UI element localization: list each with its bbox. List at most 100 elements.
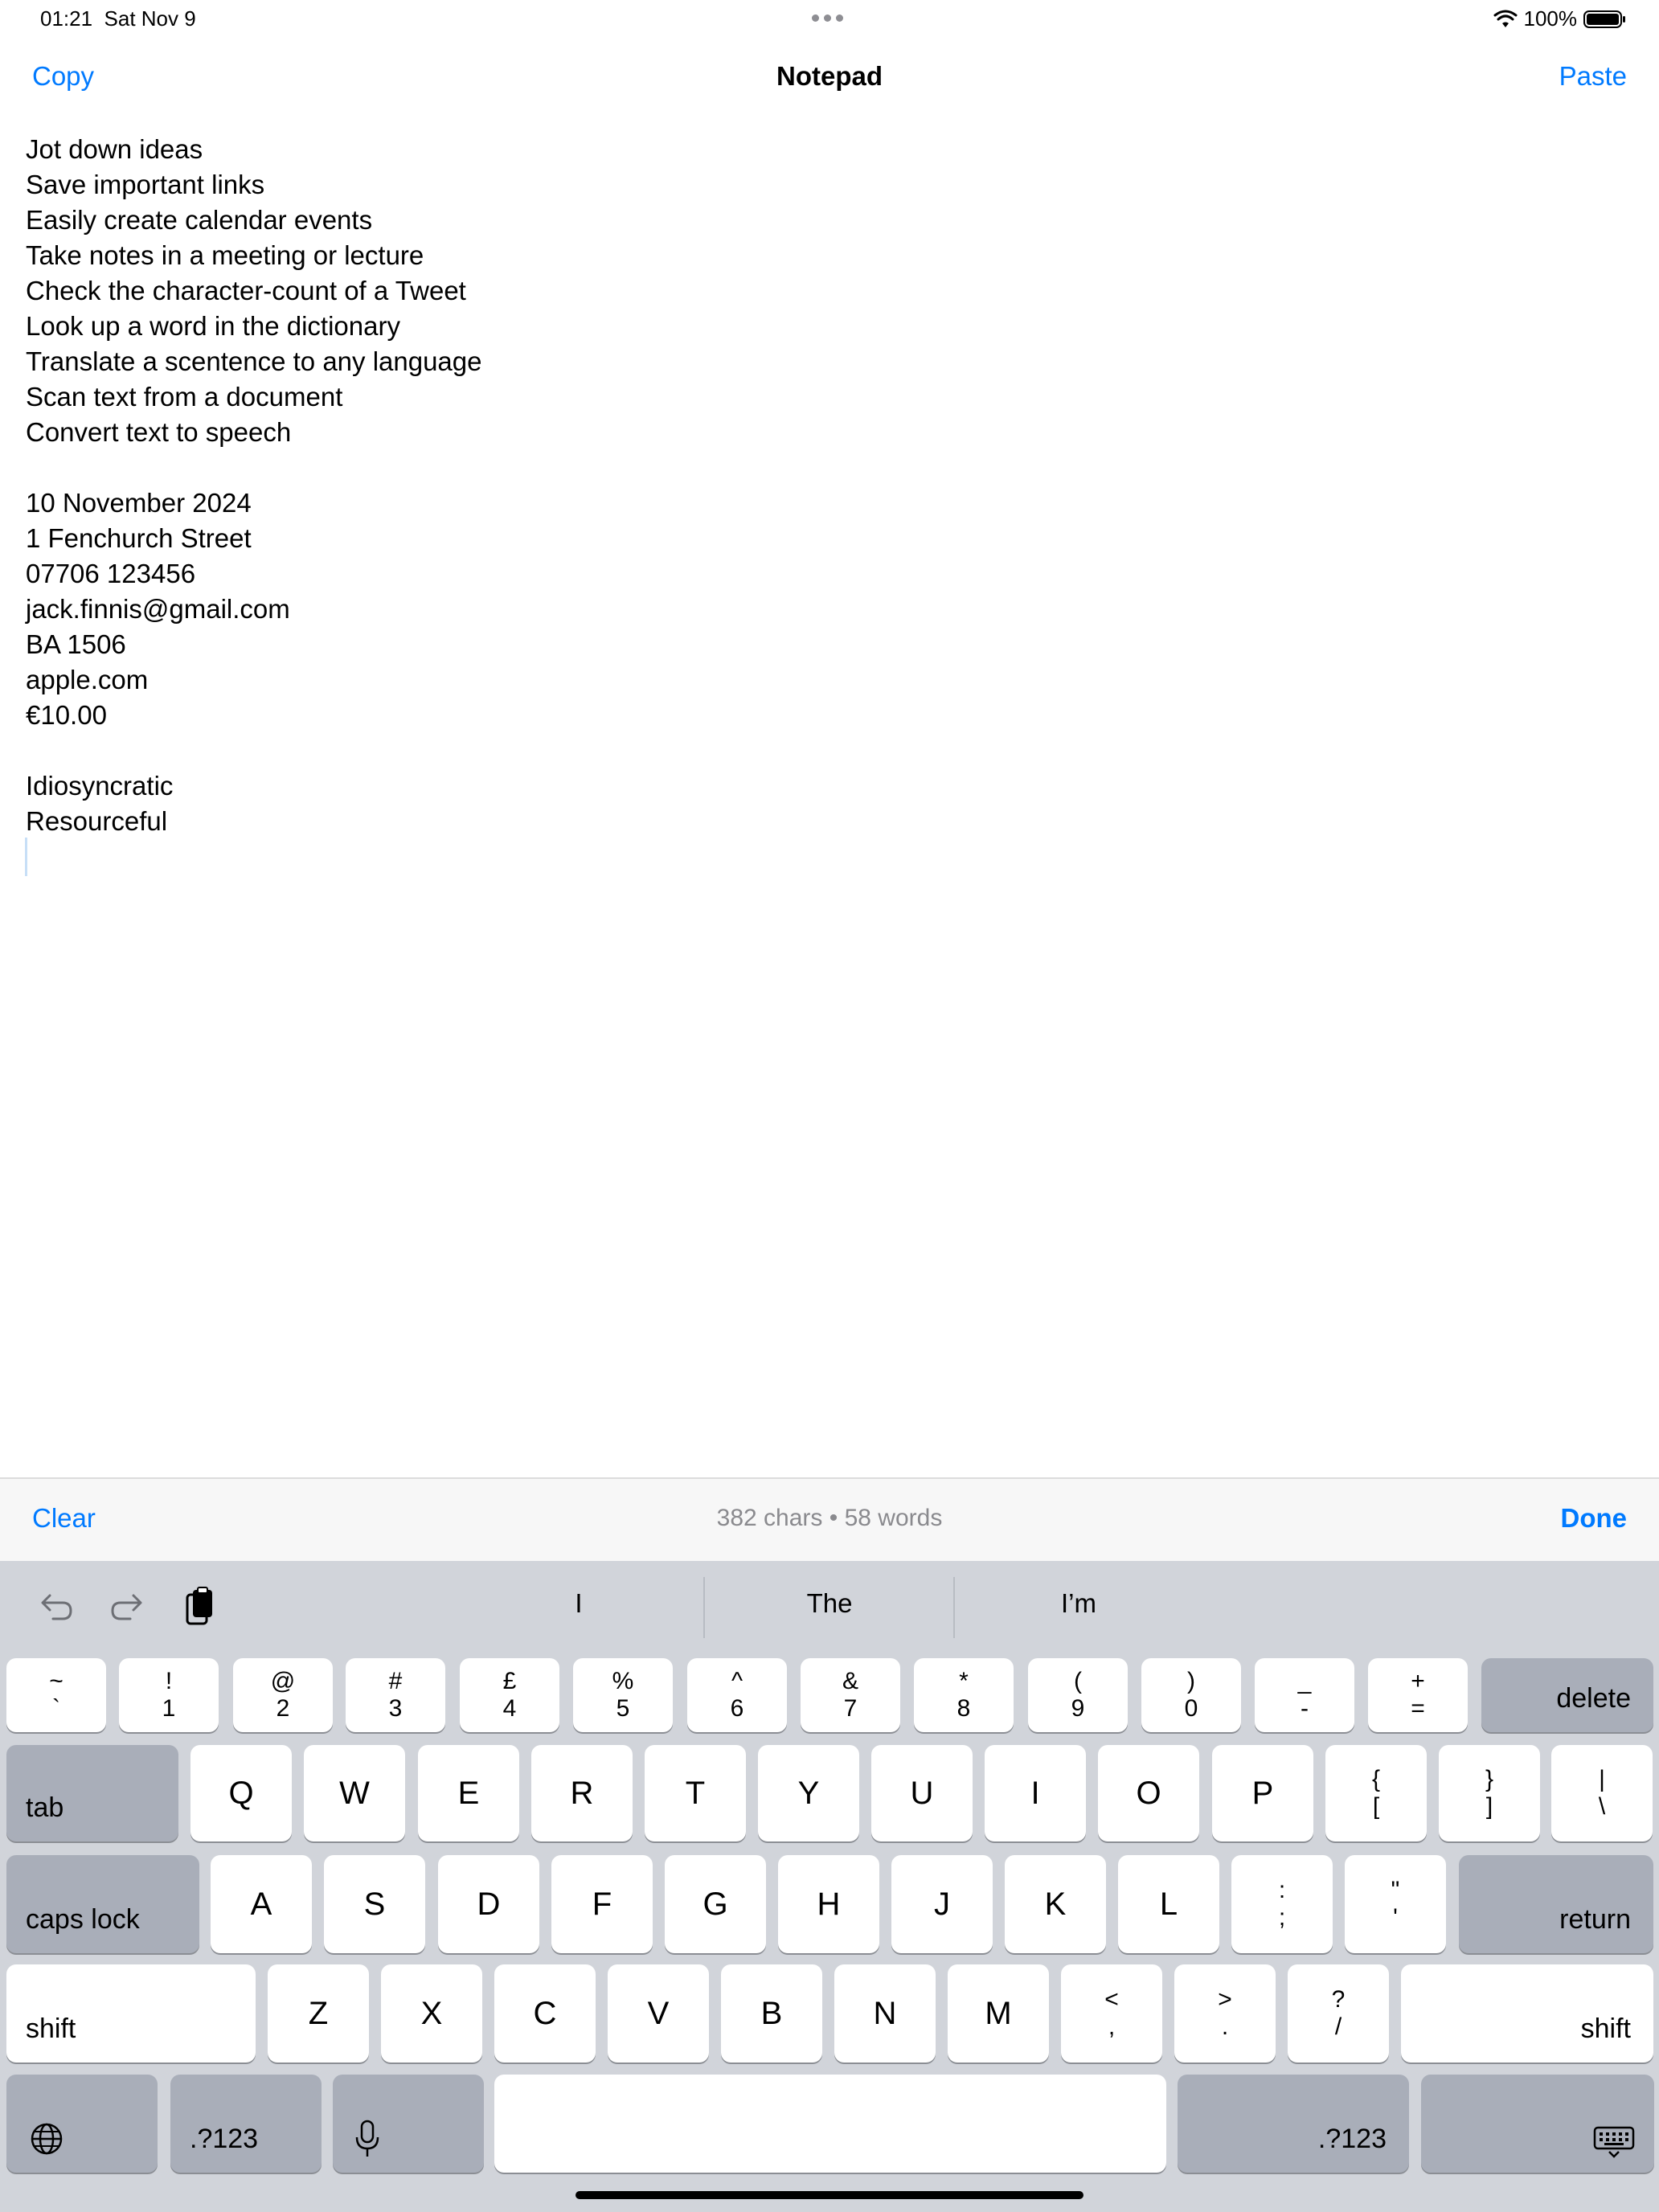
- key-b[interactable]: B: [721, 1964, 822, 2062]
- key-bottom-label: 0: [1184, 1695, 1198, 1722]
- clipboard-icon[interactable]: [177, 1583, 225, 1632]
- key-p[interactable]: P: [1212, 1745, 1313, 1841]
- redo-icon[interactable]: [103, 1583, 151, 1632]
- return-key[interactable]: return: [1459, 1855, 1653, 1953]
- key-number-5[interactable]: % 5: [573, 1658, 673, 1732]
- keyboard-accessory-bar: Clear 382 chars • 58 words Done: [0, 1477, 1659, 1561]
- key-number-8[interactable]: * 8: [914, 1658, 1014, 1732]
- dictation-key[interactable]: [333, 2075, 484, 2173]
- key-bottom-label: /: [1334, 2013, 1342, 2040]
- key-bottom-label: `: [52, 1695, 60, 1722]
- key-label: M: [985, 1995, 1012, 2031]
- suggestion-2[interactable]: The: [709, 1588, 950, 1619]
- key-bottom-label: 8: [956, 1695, 971, 1722]
- key-number-9[interactable]: (9: [1028, 1658, 1128, 1732]
- key-r[interactable]: R: [531, 1745, 633, 1841]
- key-number-11[interactable]: _ -: [1255, 1658, 1354, 1732]
- key-number-2[interactable]: @2: [233, 1658, 333, 1732]
- battery-percent: 100%: [1523, 6, 1578, 31]
- shift-left-key[interactable]: shift: [6, 1964, 256, 2062]
- key-bottom-label: 5: [616, 1695, 630, 1722]
- home-indicator[interactable]: [576, 2191, 1083, 2199]
- key-label: E: [457, 1775, 480, 1811]
- hide-keyboard-key[interactable]: [1421, 2075, 1654, 2173]
- key-label: U: [910, 1775, 934, 1811]
- key-x[interactable]: X: [381, 1964, 482, 2062]
- multitasking-dots-icon[interactable]: [812, 14, 843, 22]
- key-number-4[interactable]: £4: [460, 1658, 559, 1732]
- key-label: C: [533, 1995, 557, 2031]
- key-number-12[interactable]: + =: [1368, 1658, 1468, 1732]
- key-bottom-label: 2: [276, 1695, 290, 1722]
- key-label: F: [592, 1886, 612, 1922]
- key-symbol-6[interactable]: >.: [1174, 1964, 1276, 2062]
- text-cursor: [25, 838, 27, 876]
- key-bottom-label: .: [1221, 2013, 1229, 2040]
- note-line: [26, 733, 1617, 768]
- status-time: 01:21: [40, 6, 93, 31]
- key-j[interactable]: J: [891, 1855, 993, 1953]
- key-u[interactable]: U: [871, 1745, 973, 1841]
- key-symbol-3[interactable]: :;: [1231, 1855, 1333, 1953]
- key-label: return: [1559, 1904, 1631, 1935]
- key-label: L: [1159, 1886, 1178, 1922]
- note-line: Translate a scentence to any language: [26, 346, 482, 376]
- key-label: delete: [1556, 1683, 1631, 1714]
- numeric-right-key[interactable]: .?123: [1178, 2075, 1409, 2173]
- key-z[interactable]: Z: [268, 1964, 369, 2062]
- done-button[interactable]: Done: [1561, 1503, 1628, 1534]
- globe-key[interactable]: [6, 2075, 158, 2173]
- key-i[interactable]: I: [985, 1745, 1086, 1841]
- undo-icon[interactable]: [32, 1583, 80, 1632]
- numeric-left-key[interactable]: .?123: [170, 2075, 322, 2173]
- key-g[interactable]: G: [665, 1855, 766, 1953]
- key-l[interactable]: L: [1118, 1855, 1219, 1953]
- space-key[interactable]: [494, 2075, 1166, 2173]
- key-a[interactable]: A: [211, 1855, 312, 1953]
- key-top-label: #: [388, 1668, 403, 1694]
- suggestion-3[interactable]: I’m: [958, 1588, 1199, 1619]
- note-text-area[interactable]: Jot down ideas Save important links Easily…: [26, 132, 1617, 839]
- key-symbol-2[interactable]: | \: [1551, 1745, 1653, 1841]
- paste-button[interactable]: Paste: [1559, 61, 1627, 92]
- key-number-6[interactable]: ^ 6: [687, 1658, 787, 1732]
- key-number-10[interactable]: ) 0: [1141, 1658, 1241, 1732]
- key-symbol-1[interactable]: }]: [1439, 1745, 1540, 1841]
- shift-right-key[interactable]: shift: [1401, 1964, 1653, 2062]
- key-symbol-4[interactable]: " ': [1345, 1855, 1446, 1953]
- key-bottom-label: =: [1411, 1695, 1425, 1722]
- key-o[interactable]: O: [1098, 1745, 1199, 1841]
- key-k[interactable]: K: [1005, 1855, 1106, 1953]
- key-f[interactable]: F: [551, 1855, 653, 1953]
- note-line: Idiosyncratic: [26, 771, 174, 801]
- suggestion-divider: [953, 1577, 955, 1638]
- tab-key[interactable]: tab: [6, 1745, 178, 1841]
- key-d[interactable]: D: [438, 1855, 539, 1953]
- key-label: B: [760, 1995, 783, 2031]
- key-symbol-5[interactable]: <,: [1061, 1964, 1162, 2062]
- key-e[interactable]: E: [418, 1745, 519, 1841]
- key-number-3[interactable]: #3: [346, 1658, 445, 1732]
- key-symbol-7[interactable]: ? /: [1288, 1964, 1389, 2062]
- key-n[interactable]: N: [834, 1964, 936, 2062]
- key-bottom-label: 6: [730, 1695, 744, 1722]
- key-w[interactable]: W: [304, 1745, 405, 1841]
- key-c[interactable]: C: [494, 1964, 596, 2062]
- key-v[interactable]: V: [608, 1964, 709, 2062]
- key-q[interactable]: Q: [190, 1745, 292, 1841]
- delete-key[interactable]: delete: [1481, 1658, 1653, 1732]
- key-number-0[interactable]: ~ `: [6, 1658, 106, 1732]
- key-number-1[interactable]: ! 1: [119, 1658, 219, 1732]
- note-line: jack.finnis@gmail.com: [26, 594, 290, 624]
- suggestion-1[interactable]: I: [458, 1588, 699, 1619]
- key-symbol-0[interactable]: {[: [1325, 1745, 1427, 1841]
- key-t[interactable]: T: [645, 1745, 746, 1841]
- key-y[interactable]: Y: [758, 1745, 859, 1841]
- key-number-7[interactable]: & 7: [801, 1658, 900, 1732]
- key-m[interactable]: M: [948, 1964, 1049, 2062]
- caps-lock-key[interactable]: caps lock: [6, 1855, 199, 1953]
- key-h[interactable]: H: [778, 1855, 879, 1953]
- key-bottom-label: [: [1372, 1793, 1380, 1820]
- key-s[interactable]: S: [324, 1855, 425, 1953]
- key-bottom-label: ]: [1485, 1793, 1493, 1820]
